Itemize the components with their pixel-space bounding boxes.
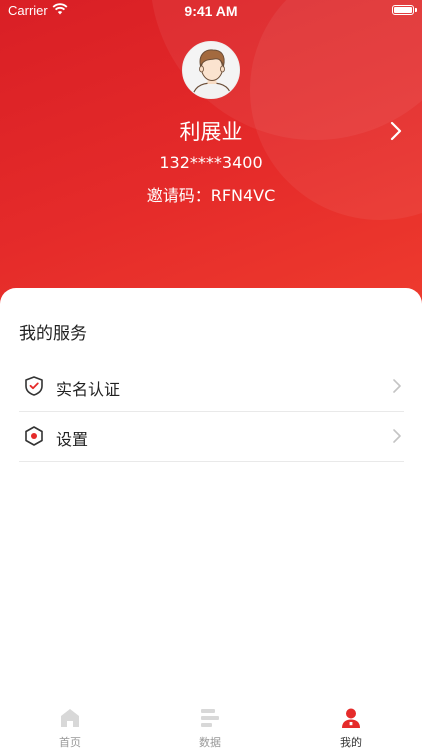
battery-icon xyxy=(392,5,417,15)
user-phone: 132****3400 xyxy=(159,153,263,172)
person-icon xyxy=(342,708,360,728)
service-row-label: 设置 xyxy=(56,430,89,449)
invite-code: 邀请码：RFN4VC xyxy=(146,186,276,205)
status-bar: Carrier 9:41 AM xyxy=(0,0,422,24)
service-row-real-name-auth[interactable]: 实名认证 xyxy=(19,362,404,412)
chevron-right-icon xyxy=(393,429,401,443)
avatar-person-icon xyxy=(191,49,233,98)
home-icon xyxy=(61,709,79,727)
tab-label: 我的 xyxy=(340,736,362,749)
services-card: 我的服务 实名认证 设置 xyxy=(0,288,422,750)
tab-bar: 首页 数据 我的 xyxy=(0,695,422,750)
service-row-settings[interactable]: 设置 xyxy=(19,412,404,462)
chevron-right-icon[interactable] xyxy=(387,120,405,142)
profile-header: Carrier 9:41 AM 利展业 132****3400 邀请码：RFN4… xyxy=(0,0,422,310)
services-title: 我的服务 xyxy=(19,324,87,344)
service-row-label: 实名认证 xyxy=(56,380,121,399)
data-bars-icon xyxy=(201,709,219,727)
chevron-right-icon xyxy=(393,379,401,393)
tab-data[interactable]: 数据 xyxy=(170,695,250,750)
settings-hexagon-icon xyxy=(25,426,43,446)
shield-check-icon xyxy=(25,376,43,396)
tab-label: 首页 xyxy=(59,736,81,749)
status-time: 9:41 AM xyxy=(184,3,238,19)
avatar[interactable] xyxy=(182,41,240,99)
tab-home[interactable]: 首页 xyxy=(30,695,110,750)
user-name: 利展业 xyxy=(179,120,243,144)
tab-label: 数据 xyxy=(199,736,221,749)
tab-mine[interactable]: 我的 xyxy=(311,695,391,750)
